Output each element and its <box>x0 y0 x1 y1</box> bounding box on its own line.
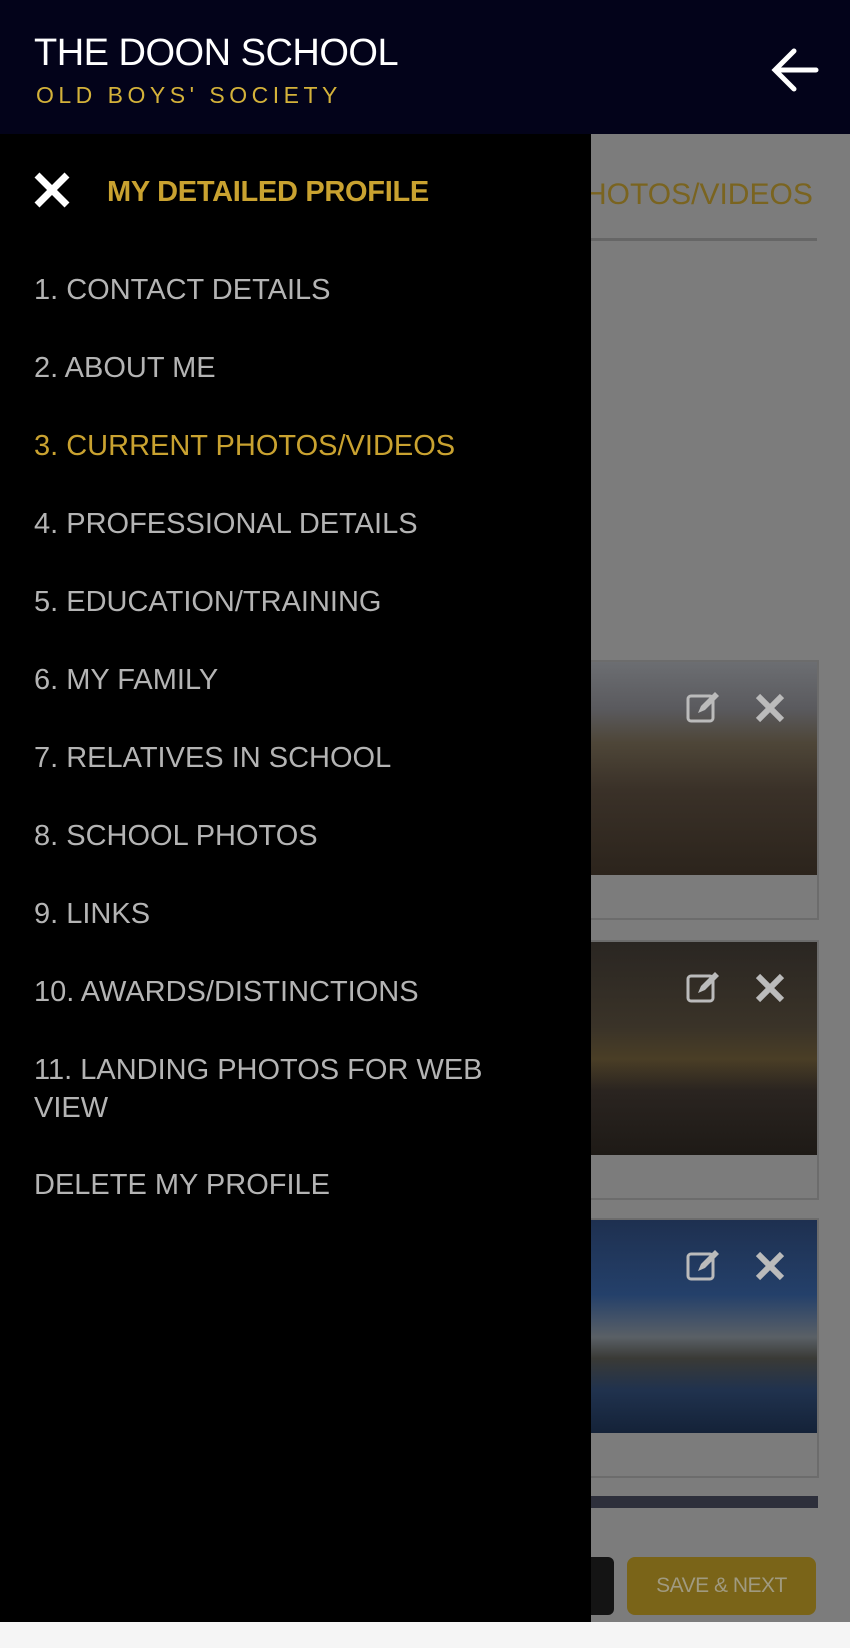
edit-icon[interactable] <box>685 690 721 726</box>
drawer-item-4[interactable]: 4. PROFESSIONAL DETAILS <box>34 505 554 543</box>
app-title: THE DOON SCHOOL <box>34 32 399 74</box>
drawer-item-11[interactable]: 11. LANDING PHOTOS FOR WEB VIEW <box>34 1051 554 1127</box>
tab-current-photos[interactable]: HOTOS/VIDEOS <box>585 178 813 212</box>
save-next-button[interactable]: SAVE & NEXT <box>627 1557 816 1615</box>
drawer-item-3[interactable]: 3. CURRENT PHOTOS/VIDEOS <box>34 427 554 465</box>
app-subtitle: OLD BOYS' SOCIETY <box>36 82 342 108</box>
drawer-item-12[interactable]: DELETE MY PROFILE <box>34 1166 554 1204</box>
close-icon[interactable] <box>32 170 72 210</box>
drawer-item-7[interactable]: 7. RELATIVES IN SCHOOL <box>34 739 554 777</box>
drawer-item-10[interactable]: 10. AWARDS/DISTINCTIONS <box>34 973 554 1011</box>
photo-card <box>560 940 819 1200</box>
drawer-item-2[interactable]: 2. ABOUT ME <box>34 349 554 387</box>
photo-card-partial <box>560 1496 818 1508</box>
arrow-left-icon[interactable] <box>766 42 822 98</box>
tab-underline <box>585 238 817 241</box>
profile-drawer: MY DETAILED PROFILE 1. CONTACT DETAILS 2.… <box>0 134 591 1622</box>
drawer-title: MY DETAILED PROFILE <box>107 176 429 208</box>
close-icon[interactable] <box>752 970 788 1006</box>
close-icon[interactable] <box>752 690 788 726</box>
drawer-item-8[interactable]: 8. SCHOOL PHOTOS <box>34 817 554 855</box>
photo-lake[interactable] <box>562 1220 817 1433</box>
photo-card <box>560 660 819 920</box>
photo-dusk[interactable] <box>562 942 817 1155</box>
drawer-item-1[interactable]: 1. CONTACT DETAILS <box>34 271 554 309</box>
photo-mountains[interactable] <box>562 662 817 875</box>
drawer-item-6[interactable]: 6. MY FAMILY <box>34 661 554 699</box>
drawer-item-5[interactable]: 5. EDUCATION/TRAINING <box>34 583 554 621</box>
drawer-item-9[interactable]: 9. LINKS <box>34 895 554 933</box>
photo-card <box>560 1218 819 1478</box>
edit-icon[interactable] <box>685 970 721 1006</box>
edit-icon[interactable] <box>685 1248 721 1284</box>
close-icon[interactable] <box>752 1248 788 1284</box>
app-header: THE DOON SCHOOL OLD BOYS' SOCIETY <box>0 0 850 134</box>
